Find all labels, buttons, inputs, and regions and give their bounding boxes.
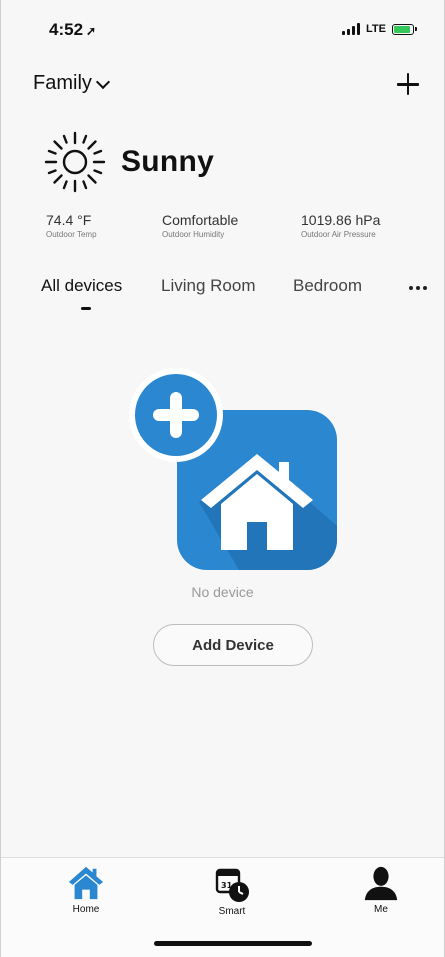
metric-label: Outdoor Air Pressure xyxy=(301,230,376,239)
status-bar: 4:52 ➚ LTE xyxy=(1,0,444,60)
more-icon[interactable] xyxy=(409,286,427,290)
tab-bedroom[interactable]: Bedroom xyxy=(293,276,362,296)
plus-icon[interactable] xyxy=(390,66,426,102)
nav-me[interactable]: Me xyxy=(346,864,416,915)
room-tabs: All devices Living Room Bedroom xyxy=(41,276,436,312)
home-indicator[interactable] xyxy=(154,941,312,946)
nav-home[interactable]: Home xyxy=(51,864,121,915)
metric-value: Comfortable xyxy=(162,212,239,228)
user-icon xyxy=(364,866,398,901)
add-device-button[interactable]: Add Device xyxy=(153,624,313,666)
chevron-down-icon xyxy=(95,74,110,89)
metric-outdoor-pressure: 1019.86 hPa Outdoor Air Pressure xyxy=(301,212,380,239)
nav-label: Smart xyxy=(218,906,246,917)
tab-all-devices[interactable]: All devices xyxy=(41,276,122,296)
weather-summary: Sunny xyxy=(43,130,214,194)
status-time: 4:52 ➚ xyxy=(49,20,97,39)
family-label: Family xyxy=(33,72,92,94)
active-tab-indicator xyxy=(81,307,91,310)
metric-label: Outdoor Humidity xyxy=(162,230,225,239)
location-arrow-icon: ➚ xyxy=(86,24,97,38)
nav-smart[interactable]: 31 Smart xyxy=(197,864,267,917)
app-screen: 4:52 ➚ LTE Family Sunny 74.4 °F Outdoor … xyxy=(0,0,445,957)
nav-label: Me xyxy=(374,904,388,915)
weather-condition: Sunny xyxy=(121,145,215,178)
calendar-clock-icon: 31 xyxy=(215,868,249,902)
metric-value: 74.4 °F xyxy=(46,212,92,228)
metric-outdoor-humidity: Comfortable Outdoor Humidity xyxy=(162,212,238,239)
add-home-icon xyxy=(129,368,337,570)
metric-label: Outdoor Temp xyxy=(46,230,97,239)
status-indicators: LTE xyxy=(342,23,417,35)
sun-icon xyxy=(44,131,106,193)
empty-message: No device xyxy=(191,584,254,600)
signal-icon xyxy=(342,23,361,35)
family-selector[interactable]: Family xyxy=(33,72,110,95)
nav-label: Home xyxy=(72,904,100,915)
home-icon xyxy=(68,866,104,900)
metric-outdoor-temp: 74.4 °F Outdoor Temp xyxy=(46,212,97,239)
battery-icon xyxy=(392,23,417,35)
metric-value: 1019.86 hPa xyxy=(301,212,381,228)
network-type: LTE xyxy=(366,23,386,35)
tab-living-room[interactable]: Living Room xyxy=(161,276,256,296)
